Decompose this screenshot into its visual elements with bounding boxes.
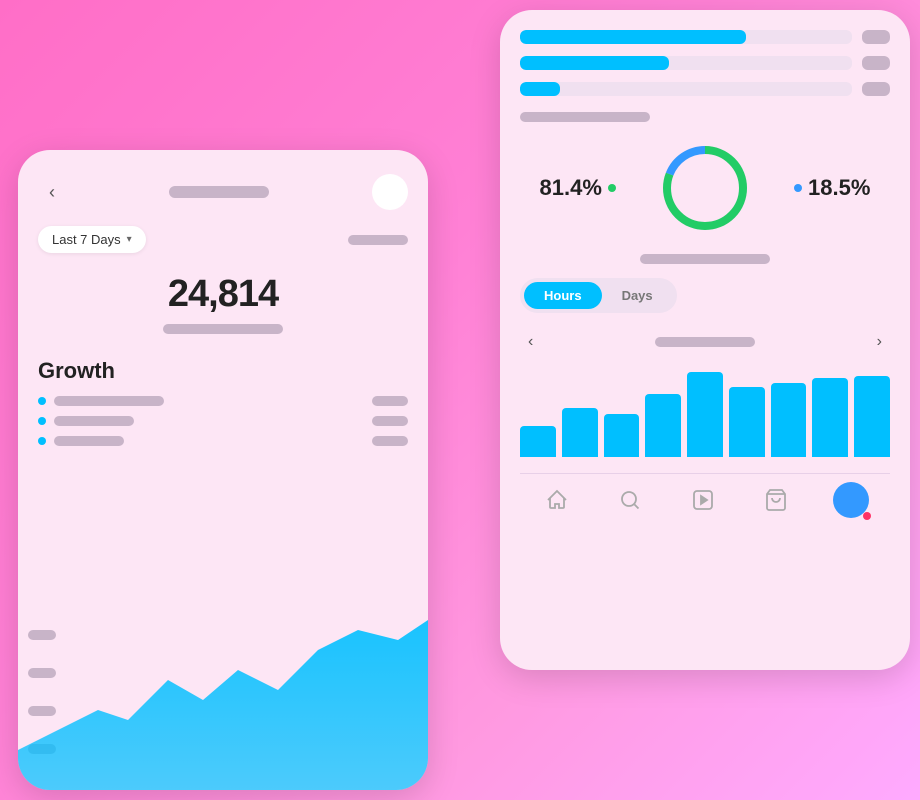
growth-bar-3 <box>54 436 124 446</box>
growth-value-bar-1 <box>372 396 408 406</box>
tab-hours[interactable]: Hours <box>524 282 602 309</box>
tab-toggle[interactable]: Hours Days <box>520 278 677 313</box>
back-button[interactable]: ‹ <box>38 178 66 206</box>
donut-row: 81.4% 18.5% <box>520 138 890 238</box>
search-icon[interactable] <box>614 484 646 516</box>
progress-fill-2 <box>520 56 669 70</box>
next-arrow[interactable]: › <box>869 329 890 355</box>
dot-icon <box>38 417 46 425</box>
progress-track-2 <box>520 56 852 70</box>
left-phone: ‹ Last 7 Days ▾ 24,814 Growth <box>18 150 428 790</box>
bar-7 <box>771 383 807 457</box>
main-number: 24,814 <box>38 273 408 316</box>
bottom-nav <box>520 473 890 518</box>
progress-end-3 <box>862 82 890 96</box>
bar-2 <box>562 408 598 458</box>
progress-fill-1 <box>520 30 746 44</box>
tab-days[interactable]: Days <box>602 282 673 309</box>
prev-arrow[interactable]: ‹ <box>520 329 541 355</box>
area-chart <box>18 590 428 790</box>
play-icon[interactable] <box>687 484 719 516</box>
stat-right: 18.5% <box>794 175 870 201</box>
growth-section: Growth <box>38 358 408 446</box>
growth-bar-2 <box>54 416 134 426</box>
filter-row: Last 7 Days ▾ <box>38 226 408 253</box>
bar-5 <box>687 372 723 458</box>
growth-list <box>38 396 408 446</box>
dot-icon <box>38 437 46 445</box>
main-stat-section: 24,814 <box>38 273 408 334</box>
growth-item <box>38 396 408 406</box>
profile-icon[interactable] <box>833 482 869 518</box>
right-phone: 81.4% 18.5% Hours Days ‹ › <box>500 10 910 670</box>
dot-icon <box>38 397 46 405</box>
bar-1 <box>520 426 556 458</box>
progress-fill-3 <box>520 82 560 96</box>
date-filter-pill[interactable]: Last 7 Days ▾ <box>38 226 146 253</box>
growth-item <box>38 436 408 446</box>
bag-icon[interactable] <box>760 484 792 516</box>
bar-9 <box>854 376 890 457</box>
chevron-down-icon: ▾ <box>127 234 132 245</box>
filter-label: Last 7 Days <box>52 232 121 247</box>
progress-item-3 <box>520 82 890 96</box>
filter-right-placeholder <box>348 235 408 245</box>
progress-end-1 <box>862 30 890 44</box>
bar-4 <box>645 394 681 457</box>
donut-chart <box>655 138 755 238</box>
growth-title: Growth <box>38 358 408 384</box>
growth-bar-1 <box>54 396 164 406</box>
stats-label-bar <box>520 112 650 122</box>
blue-dot-icon <box>794 184 802 192</box>
progress-track-3 <box>520 82 852 96</box>
growth-value-bar-2 <box>372 416 408 426</box>
stat-sub-bar <box>163 324 283 334</box>
bar-8 <box>812 378 848 457</box>
top-bar: ‹ <box>38 174 408 210</box>
bar-3 <box>604 414 640 457</box>
growth-item <box>38 416 408 426</box>
growth-value-bar-3 <box>372 436 408 446</box>
stat-left: 81.4% <box>540 175 616 201</box>
progress-item-1 <box>520 30 890 44</box>
progress-track-1 <box>520 30 852 44</box>
bar-6 <box>729 387 765 457</box>
title-placeholder-bar <box>169 186 269 198</box>
bar-chart <box>520 367 890 457</box>
progress-section <box>520 30 890 96</box>
progress-item-2 <box>520 56 890 70</box>
progress-end-2 <box>862 56 890 70</box>
bar-nav-title <box>655 337 755 347</box>
bar-nav: ‹ › <box>520 329 890 355</box>
green-dot-icon <box>608 184 616 192</box>
avatar[interactable] <box>372 174 408 210</box>
home-icon[interactable] <box>541 484 573 516</box>
donut-label-bar <box>640 254 770 264</box>
